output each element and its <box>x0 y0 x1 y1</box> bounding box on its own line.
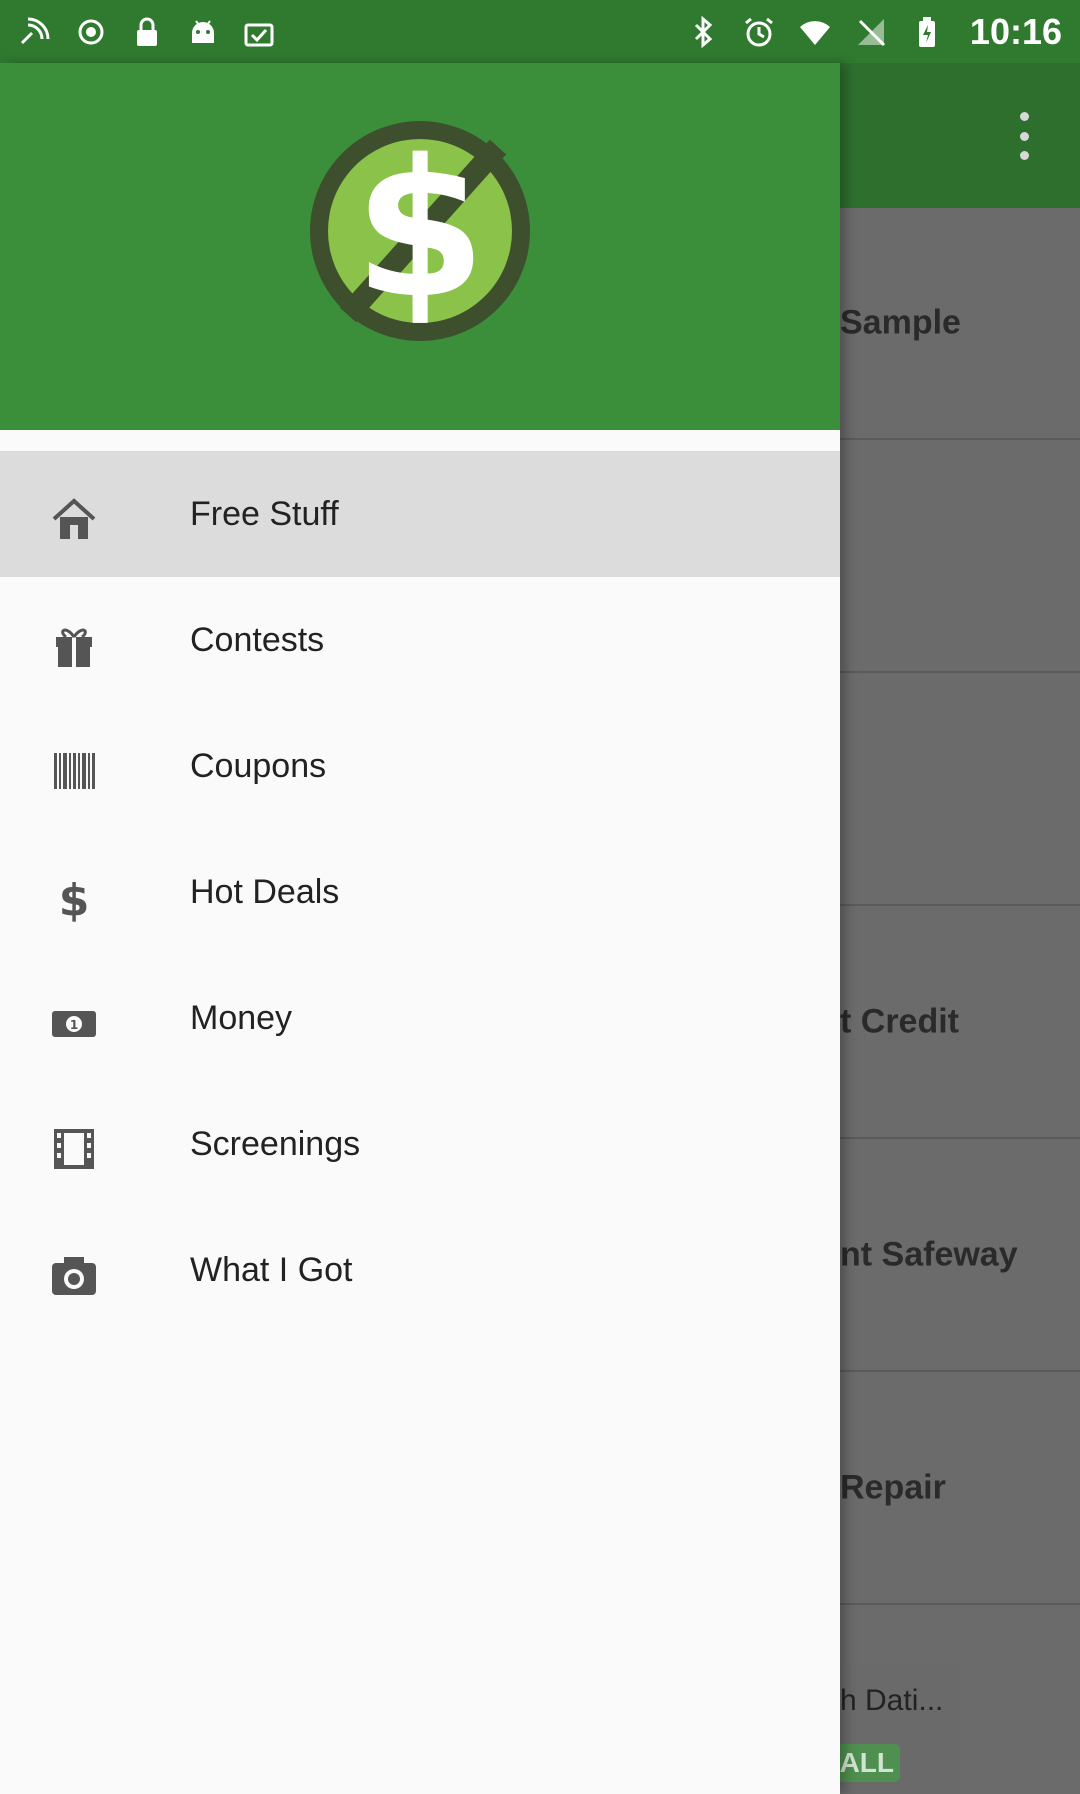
lock-icon <box>130 15 164 49</box>
drawer-header: $ <box>0 63 840 430</box>
android-icon <box>186 15 220 49</box>
menu-item-contests[interactable]: Contests <box>0 577 840 703</box>
alarm-icon <box>742 15 776 49</box>
menu-item-label: Money <box>190 999 293 1037</box>
menu-item-free-stuff[interactable]: Free Stuff <box>0 451 840 577</box>
wifi-icon <box>798 15 832 49</box>
film-icon <box>48 1123 100 1175</box>
menu-item-what-i-got[interactable]: What I Got <box>0 1207 840 1333</box>
bluetooth-icon <box>686 15 720 49</box>
status-bar-right: 10:16 <box>686 11 1062 53</box>
status-time: 10:16 <box>969 10 1062 52</box>
wifi-calling-icon <box>74 15 108 49</box>
list-item-label: Repair <box>840 1468 946 1507</box>
gift-icon <box>48 619 100 671</box>
no-signal-icon <box>854 15 888 49</box>
menu-item-screenings[interactable]: Screenings <box>0 1081 840 1207</box>
drawer-menu: Free Stuff Contests Coupons $ Hot Deals <box>0 451 840 1333</box>
camera-icon <box>48 1249 100 1301</box>
list-item-label: Sample <box>840 303 961 342</box>
menu-item-label: Screenings <box>190 1125 361 1163</box>
svg-text:$: $ <box>354 119 486 340</box>
cash-icon: 1 <box>48 997 100 1049</box>
barcode-icon <box>48 745 100 797</box>
home-icon <box>48 493 100 545</box>
ad-call-button[interactable]: ALL <box>830 1744 900 1782</box>
menu-item-label: What I Got <box>190 1251 353 1289</box>
list-item-label: nt Safeway <box>840 1235 1018 1274</box>
dollar-icon: $ <box>48 871 100 926</box>
menu-item-hot-deals[interactable]: $ Hot Deals <box>0 829 840 955</box>
menu-item-coupons[interactable]: Coupons <box>0 703 840 829</box>
clipboard-check-icon <box>242 15 276 49</box>
menu-item-label: Coupons <box>190 747 327 785</box>
menu-item-label: Contests <box>190 621 325 659</box>
battery-icon <box>910 15 944 49</box>
menu-item-label: Free Stuff <box>190 495 339 533</box>
list-item-label: t Credit <box>840 1002 959 1041</box>
status-bar: 10:16 <box>0 0 1080 63</box>
app-logo-image: $ <box>310 119 530 341</box>
ad-title: h Dati... <box>840 1684 944 1717</box>
svg-text:1: 1 <box>70 1018 78 1032</box>
menu-item-label: Hot Deals <box>190 873 340 911</box>
menu-item-money[interactable]: 1 Money <box>0 955 840 1081</box>
overflow-menu-icon[interactable] <box>1016 112 1032 160</box>
status-bar-left <box>18 15 276 49</box>
navigation-drawer: $ Free Stuff Contests Coupons $ Hot Deal… <box>0 63 840 1794</box>
svg-text:$: $ <box>59 875 90 923</box>
signal-wave-icon <box>18 15 52 49</box>
